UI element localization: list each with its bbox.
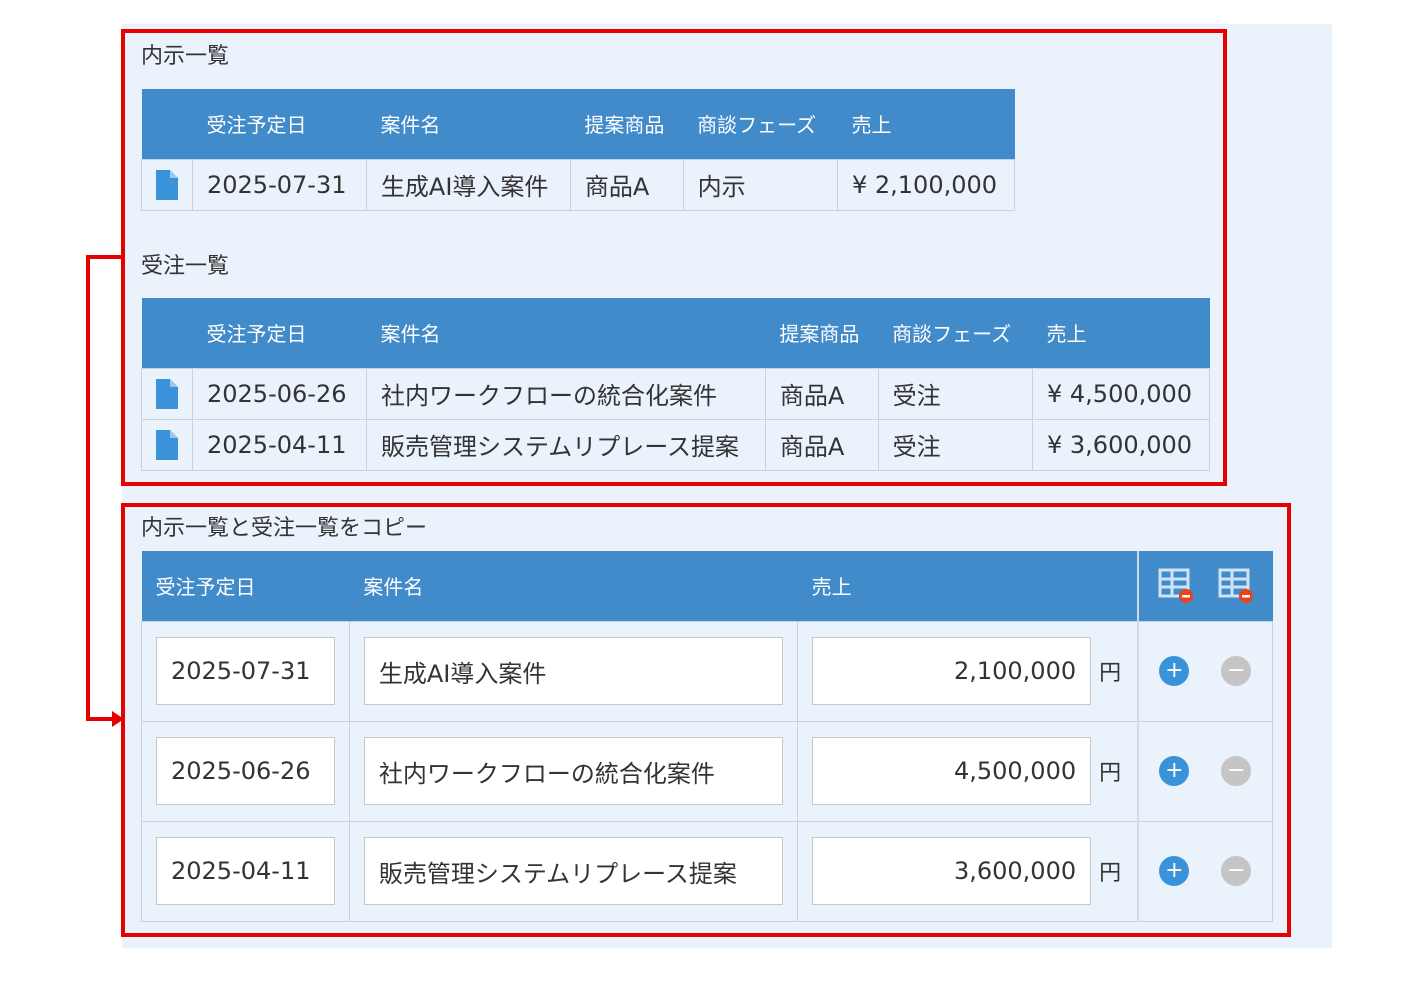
arrow-connector-vertical: [86, 255, 90, 721]
source-highlight-box: [121, 29, 1227, 486]
arrow-connector-bottom: [86, 717, 114, 721]
arrow-connector-top: [86, 255, 121, 259]
arrow-head-icon: [112, 711, 124, 727]
copy-highlight-box: [121, 503, 1291, 937]
